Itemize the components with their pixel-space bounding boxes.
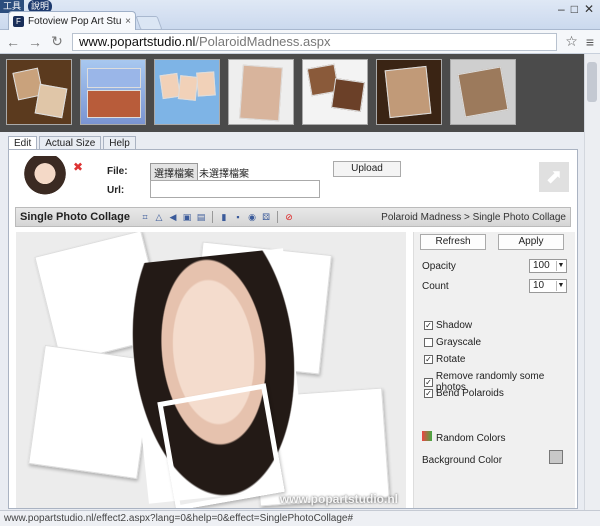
address-bar[interactable]: www.popartstudio.nl/PolaroidMadness.aspx bbox=[72, 32, 558, 51]
effect-thumbnail[interactable] bbox=[154, 59, 220, 125]
expand-icon[interactable]: ⬈ bbox=[539, 162, 569, 192]
minimize-button[interactable]: – bbox=[558, 2, 565, 16]
upload-area: ✖ File: Url: 選擇檔案 未選擇檔案 Upload ⬈ bbox=[9, 150, 577, 206]
layers-icon[interactable]: ▣ bbox=[182, 212, 192, 222]
crop-icon[interactable]: ⌗ bbox=[140, 212, 150, 222]
background-color-label: Background Color bbox=[422, 455, 503, 466]
remove-photo-icon[interactable]: ✖ bbox=[73, 160, 83, 174]
apply-button[interactable]: Apply bbox=[498, 234, 564, 250]
checkbox-box[interactable]: ✓ bbox=[424, 321, 433, 330]
effect-thumbnail[interactable] bbox=[228, 59, 294, 125]
browser-toolbar: ← → ↻ www.popartstudio.nl/PolaroidMadnes… bbox=[0, 30, 600, 54]
menu-icon[interactable]: ≡ bbox=[586, 34, 594, 50]
checkbox-label: Bend Polaroids bbox=[436, 388, 504, 399]
dice-icon[interactable]: ⚄ bbox=[261, 212, 271, 222]
checkbox-label: Shadow bbox=[436, 320, 473, 331]
toolbar-separator bbox=[212, 211, 214, 223]
collage-preview: www.popartstudio.nl bbox=[16, 232, 406, 508]
save-icon[interactable]: ▪ bbox=[233, 212, 243, 222]
bend-polaroids-checkbox[interactable]: ✓ Bend Polaroids bbox=[424, 388, 504, 399]
chevron-down-icon: ▼ bbox=[556, 261, 565, 271]
effect-thumbnail[interactable] bbox=[376, 59, 442, 125]
bookmark-star-icon[interactable]: ☆ bbox=[565, 33, 578, 50]
effect-thumbnail[interactable] bbox=[450, 59, 516, 125]
breadcrumb: Polaroid Madness > Single Photo Collage bbox=[381, 211, 566, 223]
count-label: Count bbox=[422, 281, 449, 292]
back-icon[interactable]: ← bbox=[6, 34, 20, 50]
refresh-button[interactable]: Refresh bbox=[420, 234, 486, 250]
watermark: www.popartstudio.nl bbox=[279, 492, 398, 506]
effect-toolbar: Single Photo Collage ⌗ △ ◀ ▣ ▤ ▮ ▪ ◉ ⚄ ⊘… bbox=[15, 207, 571, 227]
effect-thumbnail-strip bbox=[0, 54, 584, 132]
effect-title: Single Photo Collage bbox=[20, 211, 131, 223]
source-photo-thumbnail bbox=[23, 156, 67, 200]
effect-thumbnail[interactable] bbox=[6, 59, 72, 125]
checkbox-box[interactable] bbox=[424, 338, 433, 347]
folder-icon[interactable]: ▮ bbox=[219, 212, 229, 222]
checkbox-box[interactable]: ✓ bbox=[424, 355, 433, 364]
file-status: 未選擇檔案 bbox=[199, 169, 249, 180]
maximize-button[interactable]: □ bbox=[571, 2, 578, 16]
status-bar: www.popartstudio.nl/effect2.aspx?lang=0&… bbox=[0, 510, 600, 526]
toolbar-separator bbox=[277, 211, 279, 223]
upload-button[interactable]: Upload bbox=[333, 161, 401, 177]
url-label: Url: bbox=[107, 185, 125, 196]
tab-close-icon[interactable]: × bbox=[125, 16, 131, 27]
shadow-checkbox[interactable]: ✓ Shadow bbox=[424, 320, 472, 331]
checkbox-box[interactable]: ✓ bbox=[424, 377, 433, 387]
layers-alt-icon[interactable]: ▤ bbox=[196, 212, 206, 222]
window-controls: – □ ✕ bbox=[558, 2, 594, 16]
cancel-icon[interactable]: ⊘ bbox=[284, 212, 294, 222]
palette-icon bbox=[422, 431, 432, 441]
grayscale-checkbox[interactable]: Grayscale bbox=[424, 337, 481, 348]
checkbox-box[interactable]: ✓ bbox=[424, 389, 433, 398]
favicon-icon: F bbox=[13, 16, 24, 27]
new-tab-button[interactable] bbox=[135, 16, 163, 30]
warning-icon[interactable]: △ bbox=[154, 212, 164, 222]
checkbox-label: Grayscale bbox=[436, 337, 482, 348]
globe-icon[interactable]: ◉ bbox=[247, 212, 257, 222]
background-color-swatch[interactable] bbox=[549, 450, 563, 464]
address-path: /PolaroidMadness.aspx bbox=[195, 34, 331, 49]
file-label: File: bbox=[107, 166, 128, 177]
opacity-select[interactable]: 100 ▼ bbox=[529, 259, 567, 273]
page-scrollbar[interactable] bbox=[584, 54, 600, 510]
checkbox-label: Rotate bbox=[436, 354, 466, 365]
chevron-down-icon: ▼ bbox=[556, 281, 565, 291]
count-value: 10 bbox=[533, 280, 545, 291]
scrollbar-thumb[interactable] bbox=[587, 62, 597, 102]
reload-icon[interactable]: ↻ bbox=[50, 33, 64, 50]
effect-thumbnail[interactable] bbox=[80, 59, 146, 125]
forward-icon[interactable]: → bbox=[28, 34, 42, 50]
flip-icon[interactable]: ◀ bbox=[168, 212, 178, 222]
browser-tab[interactable]: F Fotoview Pop Art Studio × bbox=[8, 11, 136, 31]
close-window-button[interactable]: ✕ bbox=[584, 2, 594, 16]
opacity-label: Opacity bbox=[422, 261, 456, 272]
random-colors-link[interactable]: Random Colors bbox=[422, 431, 505, 444]
address-host: www.popartstudio.nl bbox=[79, 34, 196, 49]
settings-panel: Refresh Apply Opacity 100 ▼ Count 10 ▼ ✓… bbox=[413, 232, 575, 508]
browser-titlebar: 工具 說明 F Fotoview Pop Art Studio × – □ ✕ bbox=[0, 0, 600, 31]
rotate-checkbox[interactable]: ✓ Rotate bbox=[424, 354, 465, 365]
opacity-value: 100 bbox=[533, 260, 550, 271]
editor-panel: ✖ File: Url: 選擇檔案 未選擇檔案 Upload ⬈ Single … bbox=[8, 149, 578, 509]
tab-title: Fotoview Pop Art Studio bbox=[28, 16, 122, 27]
random-colors-label: Random Colors bbox=[436, 433, 506, 444]
count-select[interactable]: 10 ▼ bbox=[529, 279, 567, 293]
effect-thumbnail[interactable] bbox=[302, 59, 368, 125]
url-input[interactable] bbox=[150, 180, 320, 198]
